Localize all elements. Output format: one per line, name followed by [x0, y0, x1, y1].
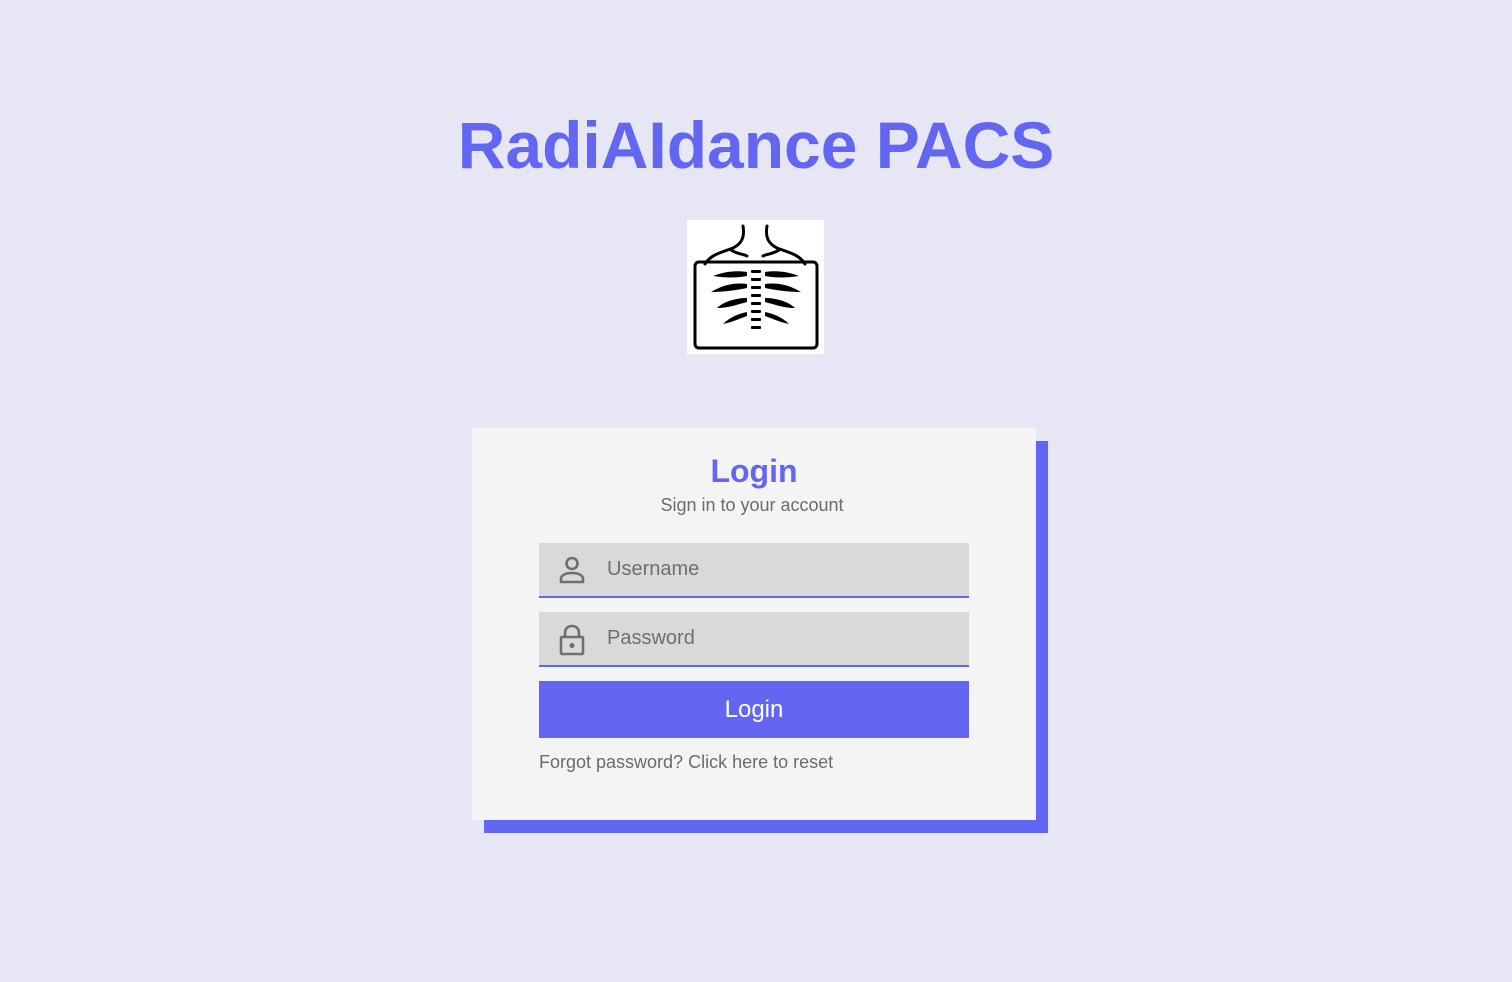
- user-icon: [557, 555, 587, 585]
- login-button[interactable]: Login: [539, 681, 969, 738]
- username-input[interactable]: [607, 543, 957, 596]
- app-title: RadiAIdance PACS: [457, 108, 1055, 182]
- chest-xray-icon: [687, 220, 824, 354]
- password-input[interactable]: [607, 612, 957, 665]
- forgot-password-link[interactable]: Forgot password? Click here to reset: [539, 750, 833, 774]
- login-page: RadiAIdance PACS Login Sign in to your a…: [0, 0, 1512, 982]
- password-field[interactable]: [539, 612, 969, 667]
- lock-icon: [557, 624, 587, 656]
- login-subtitle: Sign in to your account: [660, 495, 844, 515]
- username-field[interactable]: [539, 543, 969, 598]
- login-heading: Login: [710, 453, 798, 489]
